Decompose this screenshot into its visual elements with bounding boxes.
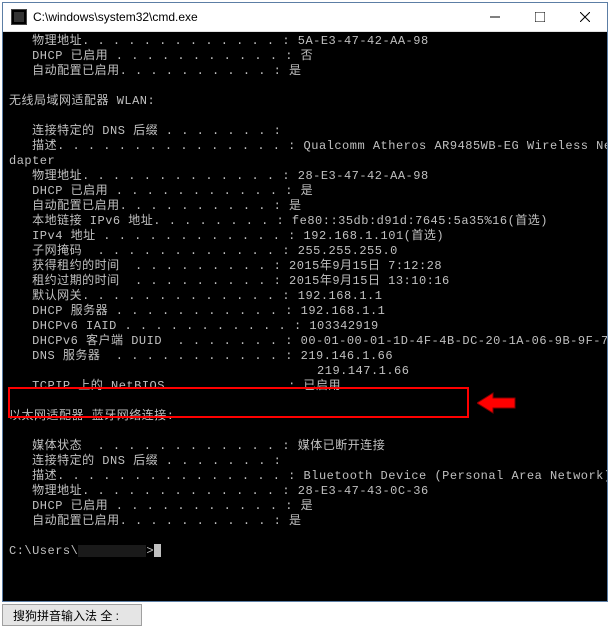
console-line: DHCPv6 IAID . . . . . . . . . . . : 1033… <box>9 319 379 333</box>
console-line: IPv4 地址 . . . . . . . . . . . . : 192.16… <box>9 229 444 243</box>
console-line: 描述. . . . . . . . . . . . . . . : Qualco… <box>9 139 607 153</box>
console-line: DHCPv6 客户端 DUID . . . . . . . : 00-01-00… <box>9 334 607 348</box>
console-line: 以太网适配器 蓝牙网络连接: <box>9 409 174 423</box>
console-line: DHCP 服务器 . . . . . . . . . . . : 192.168… <box>9 304 385 318</box>
minimize-button[interactable] <box>472 3 517 31</box>
cursor <box>154 544 161 557</box>
console-line: 物理地址. . . . . . . . . . . . . : 28-E3-47… <box>9 169 429 183</box>
console-line: 本地链接 IPv6 地址. . . . . . . . : fe80::35db… <box>9 214 548 228</box>
console-line: 获得租约的时间 . . . . . . . . . : 2015年9月15日 7… <box>9 259 442 273</box>
ime-bar[interactable]: 搜狗拼音输入法 全 : <box>2 604 142 626</box>
console-output[interactable]: 物理地址. . . . . . . . . . . . . : 5A-E3-47… <box>3 32 607 601</box>
maximize-icon <box>535 12 545 22</box>
ime-text: 搜狗拼音输入法 全 : <box>13 607 119 624</box>
console-line: 描述. . . . . . . . . . . . . . . : Blueto… <box>9 469 607 483</box>
console-line: 租约过期的时间 . . . . . . . . . : 2015年9月15日 1… <box>9 274 450 288</box>
console-line: DNS 服务器 . . . . . . . . . . . : 219.146.… <box>9 349 393 363</box>
titlebar[interactable]: C:\windows\system32\cmd.exe <box>3 3 607 32</box>
cmd-window: C:\windows\system32\cmd.exe 物理地址. . . . … <box>2 2 608 602</box>
console-line: 默认网关. . . . . . . . . . . . . : 192.168.… <box>9 289 382 303</box>
console-line: dapter <box>9 154 55 168</box>
maximize-button[interactable] <box>517 3 562 31</box>
minimize-icon <box>490 12 500 22</box>
annotation-arrow <box>477 391 517 420</box>
console-line: 物理地址. . . . . . . . . . . . . : 5A-E3-47… <box>9 34 429 48</box>
window-title: C:\windows\system32\cmd.exe <box>33 10 472 24</box>
console-line: 219.147.1.66 <box>9 364 409 378</box>
console-line: 媒体状态 . . . . . . . . . . . . : 媒体已断开连接 <box>9 439 385 453</box>
console-line: 自动配置已启用. . . . . . . . . . : 是 <box>9 514 302 528</box>
console-line: 连接特定的 DNS 后缀 . . . . . . . : <box>9 454 289 468</box>
console-line: 自动配置已启用. . . . . . . . . . : 是 <box>9 199 302 213</box>
console-line: DHCP 已启用 . . . . . . . . . . . : 是 <box>9 184 313 198</box>
console-line: TCPIP 上的 NetBIOS . . . . . . . : 已启用 <box>9 379 341 393</box>
console-line: 自动配置已启用. . . . . . . . . . : 是 <box>9 64 302 78</box>
console-line: DHCP 已启用 . . . . . . . . . . . : 否 <box>9 49 313 63</box>
console-line: DHCP 已启用 . . . . . . . . . . . : 是 <box>9 499 313 513</box>
close-icon <box>580 12 590 22</box>
console-line: 子网掩码 . . . . . . . . . . . . : 255.255.2… <box>9 244 398 258</box>
cmd-icon <box>11 9 27 25</box>
console-line: 无线局域网适配器 WLAN: <box>9 94 155 108</box>
console-line: 物理地址. . . . . . . . . . . . . : 28-E3-47… <box>9 484 429 498</box>
window-controls <box>472 3 607 31</box>
arrow-left-icon <box>477 391 517 415</box>
console-line: 连接特定的 DNS 后缀 . . . . . . . : <box>9 124 289 138</box>
close-button[interactable] <box>562 3 607 31</box>
prompt-line: C:\Users\> <box>9 544 161 558</box>
redacted-username <box>78 545 146 557</box>
